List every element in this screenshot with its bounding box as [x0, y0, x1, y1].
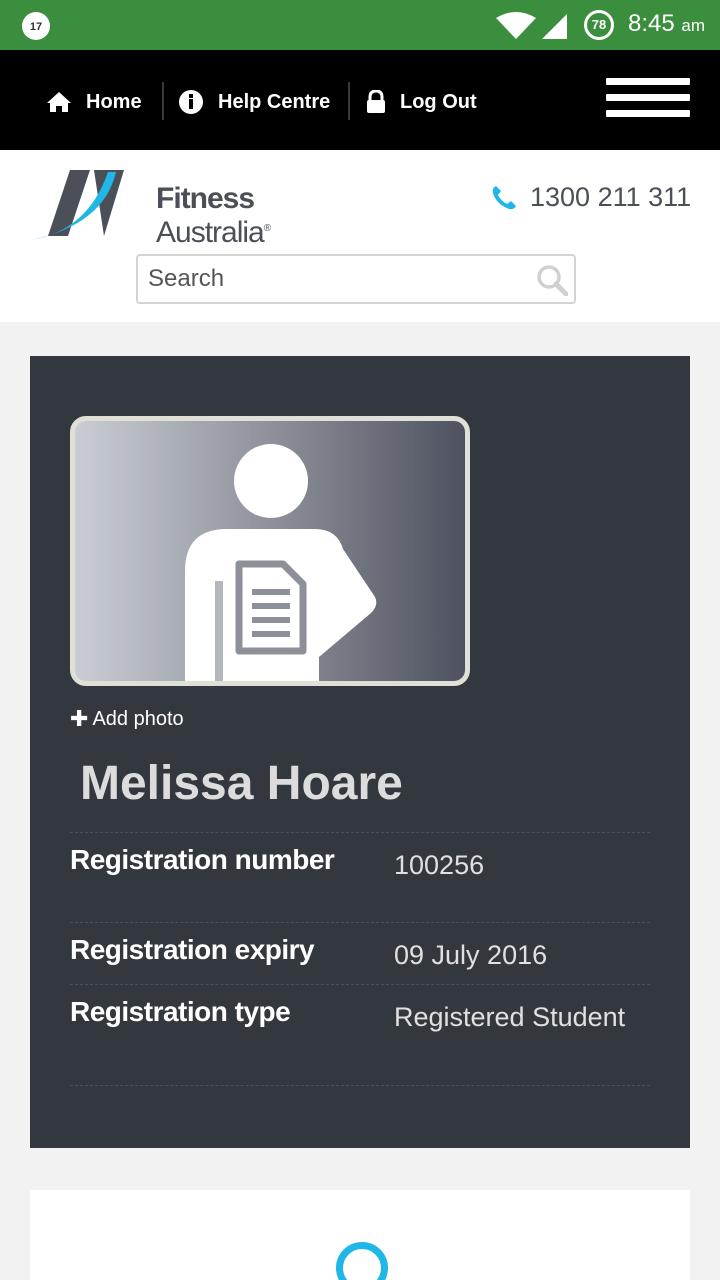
- nav-logout-label: Log Out: [400, 90, 477, 113]
- brand-header: Fitness Australia® 1300 211 311: [0, 150, 720, 322]
- phone-link[interactable]: 1300 211 311: [490, 182, 691, 213]
- detail-row: Registration number 100256: [70, 832, 650, 922]
- logo-text: Fitness Australia®: [156, 182, 370, 250]
- phone-icon: [490, 184, 518, 212]
- fitness-australia-logo[interactable]: Fitness Australia®: [30, 166, 370, 249]
- home-icon: [46, 91, 72, 113]
- nav-divider: [162, 82, 164, 120]
- detail-row: Registration type Registered Student: [70, 984, 650, 1086]
- logo-text-regular: Australia: [156, 216, 265, 249]
- logo-registered-mark: ®: [263, 223, 271, 234]
- hamburger-menu-icon[interactable]: [606, 78, 690, 120]
- clock-ampm: am: [681, 16, 706, 35]
- profile-name: Melissa Hoare: [80, 757, 403, 810]
- notification-icon: 17: [22, 12, 50, 40]
- nav-log-out[interactable]: Log Out: [366, 82, 477, 122]
- info-icon: [178, 89, 204, 115]
- detail-label: Registration type: [70, 996, 291, 1027]
- detail-label: Registration number: [70, 844, 335, 875]
- detail-label: Registration expiry: [70, 934, 315, 965]
- logo-mark-icon: [32, 170, 124, 240]
- nav-divider: [348, 82, 350, 120]
- person-document-icon: [185, 444, 377, 681]
- wifi-icon: [496, 12, 536, 39]
- add-photo-label: Add photo: [92, 707, 184, 730]
- nav-home[interactable]: Home: [46, 82, 142, 122]
- signal-icon: [542, 14, 567, 39]
- detail-row: Registration expiry 09 July 2016: [70, 922, 650, 984]
- profile-card: ✚ Add photo Melissa Hoare Registration n…: [30, 356, 690, 1148]
- plus-icon: ✚: [70, 706, 89, 731]
- detail-value: 09 July 2016: [394, 940, 548, 970]
- logo-text-bold: Fitness: [156, 182, 255, 215]
- phone-number: 1300 211 311: [530, 182, 692, 212]
- nav-home-label: Home: [86, 90, 142, 113]
- status-bar: 17 78 8:45 am: [0, 0, 720, 50]
- secondary-card: [30, 1190, 690, 1280]
- lock-icon: [366, 90, 386, 114]
- search-input[interactable]: [148, 264, 528, 294]
- clock-time: 8:45: [628, 10, 675, 37]
- nav-help-centre[interactable]: Help Centre: [178, 82, 330, 122]
- circle-icon: [336, 1242, 388, 1280]
- battery-icon: 78: [584, 10, 614, 40]
- profile-photo-placeholder[interactable]: [70, 416, 470, 686]
- detail-value: Registered Student: [394, 1002, 626, 1032]
- add-photo-button[interactable]: ✚ Add photo: [70, 706, 184, 732]
- detail-value: 100256: [394, 850, 485, 880]
- search-icon[interactable]: [536, 264, 569, 301]
- search-box: [136, 254, 576, 304]
- top-nav: Home Help Centre Log Out: [0, 50, 720, 150]
- nav-help-label: Help Centre: [218, 90, 331, 113]
- registration-details: Registration number 100256 Registration …: [70, 832, 650, 1086]
- clock: 8:45 am: [628, 10, 705, 38]
